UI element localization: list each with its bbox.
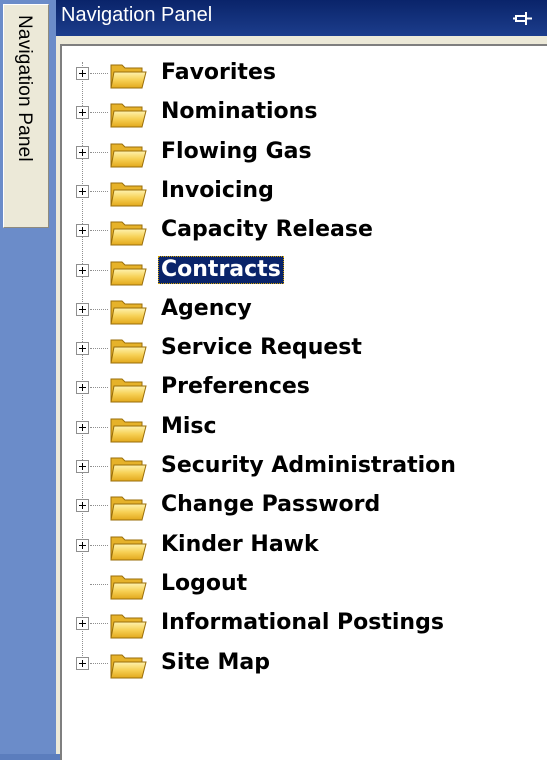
folder-icon xyxy=(110,614,147,639)
plus-expander-icon[interactable] xyxy=(76,499,89,513)
tree-connector xyxy=(90,73,108,74)
tree-connector xyxy=(90,623,108,625)
tree-item-security-administration[interactable]: Security Administration xyxy=(62,449,542,485)
tree-item-label[interactable]: Favorites xyxy=(158,59,279,87)
folder-icon xyxy=(110,575,147,600)
tree-connector xyxy=(90,505,108,507)
tree-item-label[interactable]: Kinder Hawk xyxy=(158,531,322,559)
tree-item-label[interactable]: Service Request xyxy=(158,334,365,362)
tree-item-label[interactable]: Site Map xyxy=(158,649,273,677)
folder-icon xyxy=(110,536,147,561)
tree-connector xyxy=(90,387,108,389)
tree-connector xyxy=(90,151,108,153)
folder-icon xyxy=(110,64,147,89)
folder-icon xyxy=(110,378,147,403)
plus-expander-icon[interactable] xyxy=(76,302,89,316)
tree-item-change-password[interactable]: Change Password xyxy=(62,488,542,524)
tree-connector xyxy=(90,190,108,192)
tree-item-label[interactable]: Security Administration xyxy=(158,452,459,480)
folder-icon xyxy=(110,496,147,521)
tree-connector xyxy=(90,544,108,546)
plus-expander-icon[interactable] xyxy=(76,224,89,238)
folder-icon xyxy=(110,654,147,678)
tree-item-label[interactable]: Misc xyxy=(158,413,220,441)
tree-connector xyxy=(90,466,108,467)
tree-item-label[interactable]: Agency xyxy=(158,295,255,323)
tree-item-misc[interactable]: Misc xyxy=(62,410,542,446)
tree-item-flowing-gas[interactable]: Flowing Gas xyxy=(62,135,542,171)
pin-icon[interactable] xyxy=(513,9,533,27)
plus-expander-icon[interactable] xyxy=(76,617,89,631)
navigation-panel-side-tab[interactable]: Navigation Panel xyxy=(3,4,49,228)
folder-icon xyxy=(110,143,147,168)
tree-item-label[interactable]: Nominations xyxy=(158,98,320,126)
tree-item-invoicing[interactable]: Invoicing xyxy=(62,174,542,210)
tree-item-label[interactable]: Invoicing xyxy=(158,177,277,205)
plus-expander-icon[interactable] xyxy=(76,460,89,473)
tree-item-preferences[interactable]: Preferences xyxy=(62,370,542,406)
folder-icon xyxy=(110,457,147,482)
tree-item-label[interactable]: Logout xyxy=(158,570,250,598)
tree-connector xyxy=(90,269,108,271)
tree-connector xyxy=(90,112,108,114)
navigation-tree: Favorites Nominations Flowing Gas Invoic… xyxy=(60,44,547,760)
folder-icon xyxy=(110,103,147,128)
tree-connector xyxy=(90,662,108,664)
tree-item-label[interactable]: Preferences xyxy=(158,373,313,401)
tree-connector xyxy=(90,583,108,585)
tree-item-informational-postings[interactable]: Informational Postings xyxy=(62,606,542,642)
tree-item-nominations[interactable]: Nominations xyxy=(62,95,542,131)
tree-item-favorites[interactable]: Favorites xyxy=(62,56,542,92)
plus-expander-icon[interactable] xyxy=(76,184,89,198)
plus-expander-icon[interactable] xyxy=(76,656,89,670)
side-strip: Navigation Panel xyxy=(0,0,56,754)
folder-icon xyxy=(110,221,147,246)
panel-title-bar: Navigation Panel xyxy=(56,0,547,36)
tree-connector xyxy=(90,308,108,310)
folder-icon xyxy=(110,339,147,364)
plus-expander-icon[interactable] xyxy=(76,67,89,80)
tree-item-logout[interactable]: Logout xyxy=(62,567,542,603)
tree-connector xyxy=(90,230,108,232)
plus-expander-icon[interactable] xyxy=(76,420,89,434)
tree-item-contracts[interactable]: Contracts xyxy=(62,253,542,289)
tree-item-label[interactable]: Contracts xyxy=(158,255,284,284)
tree-item-agency[interactable]: Agency xyxy=(62,292,542,328)
plus-expander-icon[interactable] xyxy=(76,106,89,120)
plus-expander-icon[interactable] xyxy=(76,342,89,356)
tree-item-service-request[interactable]: Service Request xyxy=(62,331,542,367)
folder-icon xyxy=(110,300,147,325)
plus-expander-icon[interactable] xyxy=(76,538,89,552)
plus-expander-icon[interactable] xyxy=(76,381,89,395)
tree-connector xyxy=(90,426,108,428)
folder-icon xyxy=(110,418,147,443)
folder-icon xyxy=(110,182,147,207)
tree-item-site-map[interactable]: Site Map xyxy=(62,646,542,682)
plus-expander-icon[interactable] xyxy=(76,145,89,159)
tree-item-label[interactable]: Informational Postings xyxy=(158,609,447,637)
tree-item-label[interactable]: Flowing Gas xyxy=(158,138,315,166)
tree-item-capacity-release[interactable]: Capacity Release xyxy=(62,213,542,249)
side-tab-label: Navigation Panel xyxy=(14,15,35,162)
tree-item-label[interactable]: Capacity Release xyxy=(158,216,376,244)
tree-connector xyxy=(90,348,108,350)
tree-item-kinder-hawk[interactable]: Kinder Hawk xyxy=(62,528,542,564)
plus-expander-icon[interactable] xyxy=(76,263,89,277)
navigation-panel: Navigation Panel Favorites Nominations F… xyxy=(56,0,547,760)
tree-item-label[interactable]: Change Password xyxy=(158,491,383,519)
panel-title: Navigation Panel xyxy=(61,4,213,26)
folder-icon xyxy=(110,261,147,285)
